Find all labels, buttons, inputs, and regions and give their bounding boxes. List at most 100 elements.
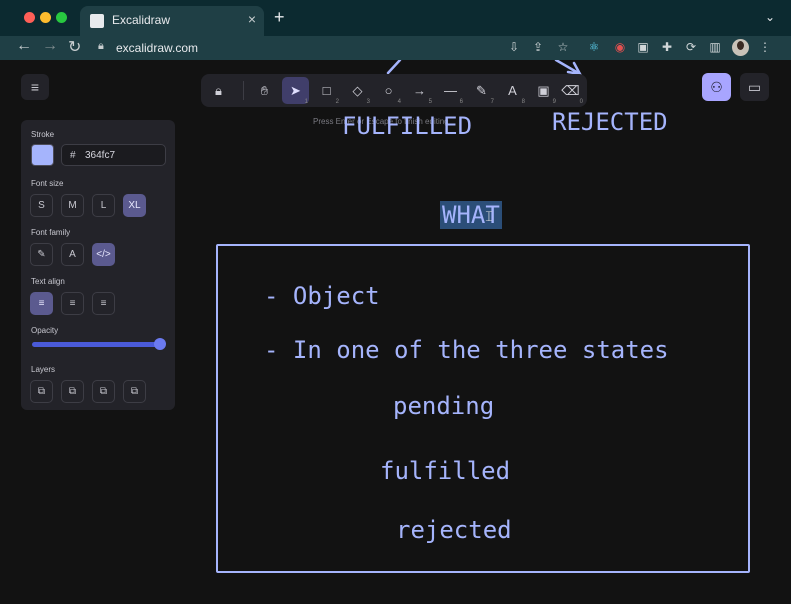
stroke-color-swatch[interactable] <box>31 144 54 166</box>
reload-button[interactable]: ↻ <box>68 37 81 57</box>
layer-option-4[interactable]: ⧉ <box>123 380 146 403</box>
eraser-icon: ⌫ <box>561 83 580 98</box>
url-text: excalidraw.com <box>116 41 199 55</box>
hand-icon: ✋︎ <box>260 83 269 98</box>
toolbar-separator <box>243 81 244 100</box>
sync-icon[interactable]: ⟳ <box>684 40 698 54</box>
rejected-heading[interactable]: REJECTED <box>552 108 668 136</box>
profile-avatar[interactable] <box>732 39 749 56</box>
library-button[interactable]: ▭ <box>740 73 769 101</box>
states-bullet[interactable]: - In one of the three states <box>264 336 669 364</box>
stroke-hex-input[interactable]: # 364fc7 <box>61 144 166 166</box>
tool-shortcut-key: 7 <box>490 99 494 105</box>
tool-rectangle-button[interactable]: □ 2 <box>313 77 340 105</box>
minimize-window-button[interactable] <box>40 12 51 23</box>
text-align-option-2[interactable]: ≡ <box>61 292 84 315</box>
font-family-option-2[interactable]: A <box>61 243 84 266</box>
browser-menu-icon[interactable]: ⋮ <box>758 40 772 54</box>
shape-toolbar: 🔒︎ ✋︎ ➤ 1 □ 2 ◇ 3 ○ 4 → 5—6 ✎ 7 A 8 ▣ 9 ⌫ 0 <box>201 74 587 107</box>
properties-panel: Stroke # 364fc7 Font size S M L XL Font fam… <box>21 120 175 410</box>
tab-excalidraw[interactable]: Excalidraw × <box>80 6 264 36</box>
ellipse-icon: ○ <box>384 83 393 98</box>
live-collaboration-button[interactable]: ⚇ <box>702 73 731 101</box>
tool-ellipse-button[interactable]: ○ 4 <box>375 77 402 105</box>
rectangle-icon: □ <box>322 83 331 98</box>
extension-box-icon[interactable]: ▣ <box>636 40 650 54</box>
tool-shortcut-key: 1 <box>304 99 308 105</box>
fulfilled-heading[interactable]: FULFILLED <box>342 112 472 140</box>
forward-button[interactable]: → <box>42 37 58 55</box>
text-align-label: Text align <box>31 277 65 286</box>
install-app-icon[interactable]: ⇩ <box>507 40 521 54</box>
state-rejected[interactable]: rejected <box>396 516 512 544</box>
tool-shortcut-key: 5 <box>428 99 432 105</box>
arrow-icon: → <box>413 83 426 98</box>
share-icon[interactable]: ⇪ <box>531 40 545 54</box>
opacity-slider-thumb[interactable] <box>154 338 166 350</box>
layer-option-3[interactable]: ⧉ <box>92 380 115 403</box>
draw-icon: ✎ <box>476 83 487 98</box>
tool-eraser-button[interactable]: ⌫ 0 <box>557 77 584 105</box>
lock-icon: 🔒︎ <box>215 83 222 98</box>
tool-shortcut-key: 6 <box>459 99 463 105</box>
extension-red-icon[interactable]: ◉ <box>613 40 627 54</box>
browser-toolbar: ← → ↻ 🔒︎ excalidraw.com ⇩ ⇪ ☆ ⚛ ◉ ▣ ✚ ⟳ … <box>0 36 791 60</box>
image-icon: ▣ <box>537 83 550 98</box>
tool-line-button[interactable]: —6 <box>437 77 464 105</box>
drawing-canvas[interactable]: ≡ 🔒︎ ✋︎ ➤ 1 □ 2 ◇ 3 ○ 4 → 5—6 ✎ 7 A 8 ▣ 9 ⌫ 0 ⚇ ▭ Press Ent… <box>0 60 791 604</box>
close-window-button[interactable] <box>24 12 35 23</box>
back-button[interactable]: ← <box>16 37 32 55</box>
text-align-option-3[interactable]: ≡ <box>92 292 115 315</box>
react-devtools-icon[interactable]: ⚛ <box>587 40 601 54</box>
font-size-option-3[interactable]: L <box>92 194 115 217</box>
layer-option-2[interactable]: ⧉ <box>61 380 84 403</box>
opacity-slider[interactable] <box>32 342 162 347</box>
font-size-option-2[interactable]: M <box>61 194 84 217</box>
tool-diamond-button[interactable]: ◇ 3 <box>344 77 371 105</box>
maximize-window-button[interactable] <box>56 12 67 23</box>
stroke-label: Stroke <box>31 130 55 139</box>
diamond-icon: ◇ <box>352 83 363 98</box>
tab-close-icon[interactable]: × <box>248 11 256 27</box>
new-tab-button[interactable]: + <box>274 7 285 28</box>
text-cursor-icon: 𝙸 <box>484 208 494 224</box>
tool-shortcut-key: 2 <box>335 99 339 105</box>
font-size-option-1[interactable]: S <box>30 194 53 217</box>
selection-icon: ➤ <box>290 83 301 98</box>
browser-window: Excalidraw × + ⌄ ← → ↻ 🔒︎ excalidraw.com… <box>0 0 791 604</box>
puzzle-icon[interactable]: ✚ <box>660 40 674 54</box>
excalidraw-favicon-icon <box>90 14 104 28</box>
font-size-label: Font size <box>31 179 64 188</box>
tool-selection-button[interactable]: ➤ 1 <box>282 77 309 105</box>
font-size-option-4[interactable]: XL <box>123 194 146 217</box>
layer-option-1[interactable]: ⧉ <box>30 380 53 403</box>
sidebar-icon[interactable]: ▥ <box>708 40 722 54</box>
font-family-option-1[interactable]: ✎ <box>30 243 53 266</box>
opacity-label: Opacity <box>31 326 59 335</box>
tool-lock-button[interactable]: 🔒︎ <box>205 77 232 104</box>
layers-label: Layers <box>31 365 56 374</box>
site-info-icon[interactable]: 🔒︎ <box>98 40 104 53</box>
tool-draw-button[interactable]: ✎ 7 <box>468 77 495 105</box>
tool-shortcut-key: 3 <box>366 99 370 105</box>
hex-hash: # <box>70 150 76 161</box>
tool-shortcut-key: 0 <box>579 99 583 105</box>
text-align-option-1[interactable]: ≡ <box>30 292 53 315</box>
state-pending[interactable]: pending <box>393 392 494 420</box>
font-family-option-3[interactable]: </> <box>92 243 115 266</box>
tool-shortcut-key: 8 <box>521 99 525 105</box>
arrow-to-fulfilled <box>386 60 402 75</box>
stroke-hex-value: 364fc7 <box>85 150 116 161</box>
tool-text-button[interactable]: A8 <box>499 77 526 105</box>
bookmark-star-icon[interactable]: ☆ <box>556 40 570 54</box>
tool-image-button[interactable]: ▣ 9 <box>530 77 557 105</box>
font-family-label: Font family <box>31 228 71 237</box>
object-bullet[interactable]: - Object <box>264 282 380 310</box>
main-menu-button[interactable]: ≡ <box>21 74 49 100</box>
tool-arrow-button[interactable]: → 5 <box>406 77 433 105</box>
tool-hand-button[interactable]: ✋︎ <box>251 77 278 104</box>
tab-search-icon[interactable]: ⌄ <box>765 10 775 24</box>
text-icon: A <box>508 83 517 98</box>
state-fulfilled[interactable]: fulfilled <box>380 457 510 485</box>
tab-strip: Excalidraw × + ⌄ <box>0 0 791 36</box>
